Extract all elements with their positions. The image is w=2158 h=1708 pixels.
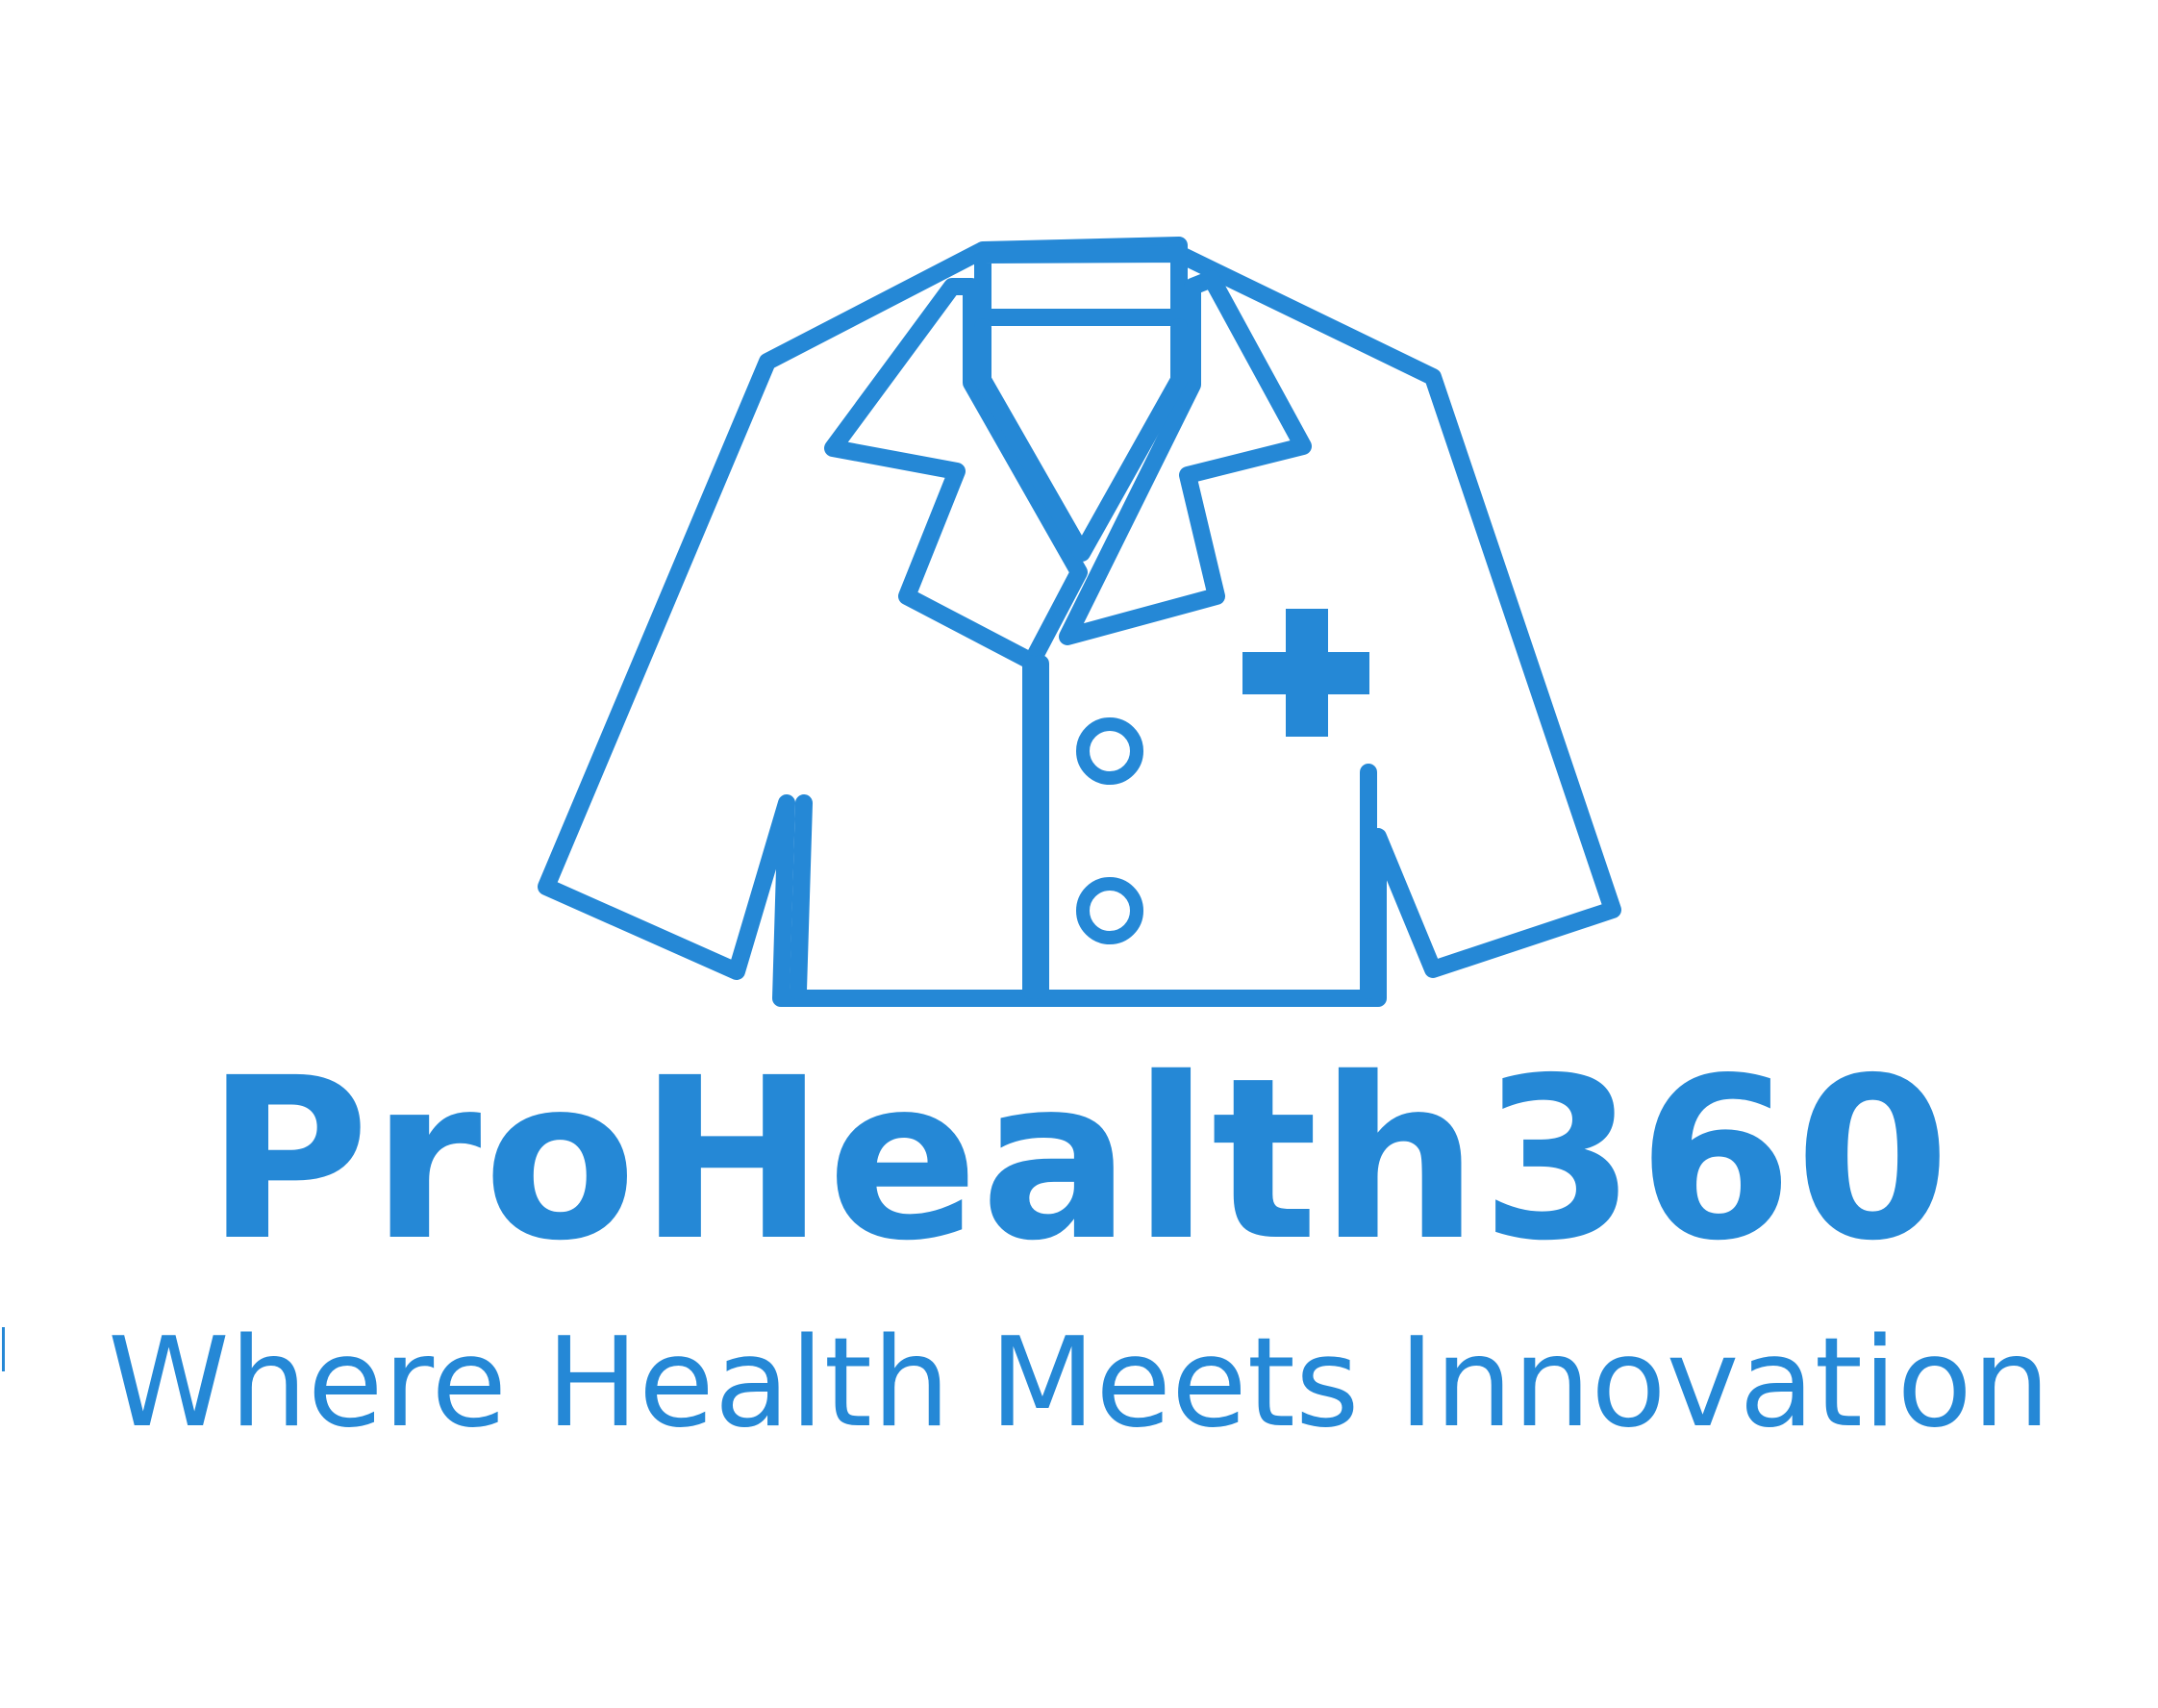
brand-name: ProHealth360 (206, 1030, 1952, 1290)
logo: ProHealth360 Where Health Meets Innovati… (0, 0, 2158, 1708)
medical-cross-icon (1242, 609, 1369, 737)
shirt-v (974, 318, 1188, 562)
brand-tagline: Where Health Meets Innovation (108, 1312, 2050, 1455)
button-icon (1076, 717, 1143, 785)
left-sleeve-line (790, 794, 813, 999)
button-icon (1076, 877, 1143, 944)
collar-band (974, 245, 1188, 326)
placket (1022, 655, 1049, 999)
